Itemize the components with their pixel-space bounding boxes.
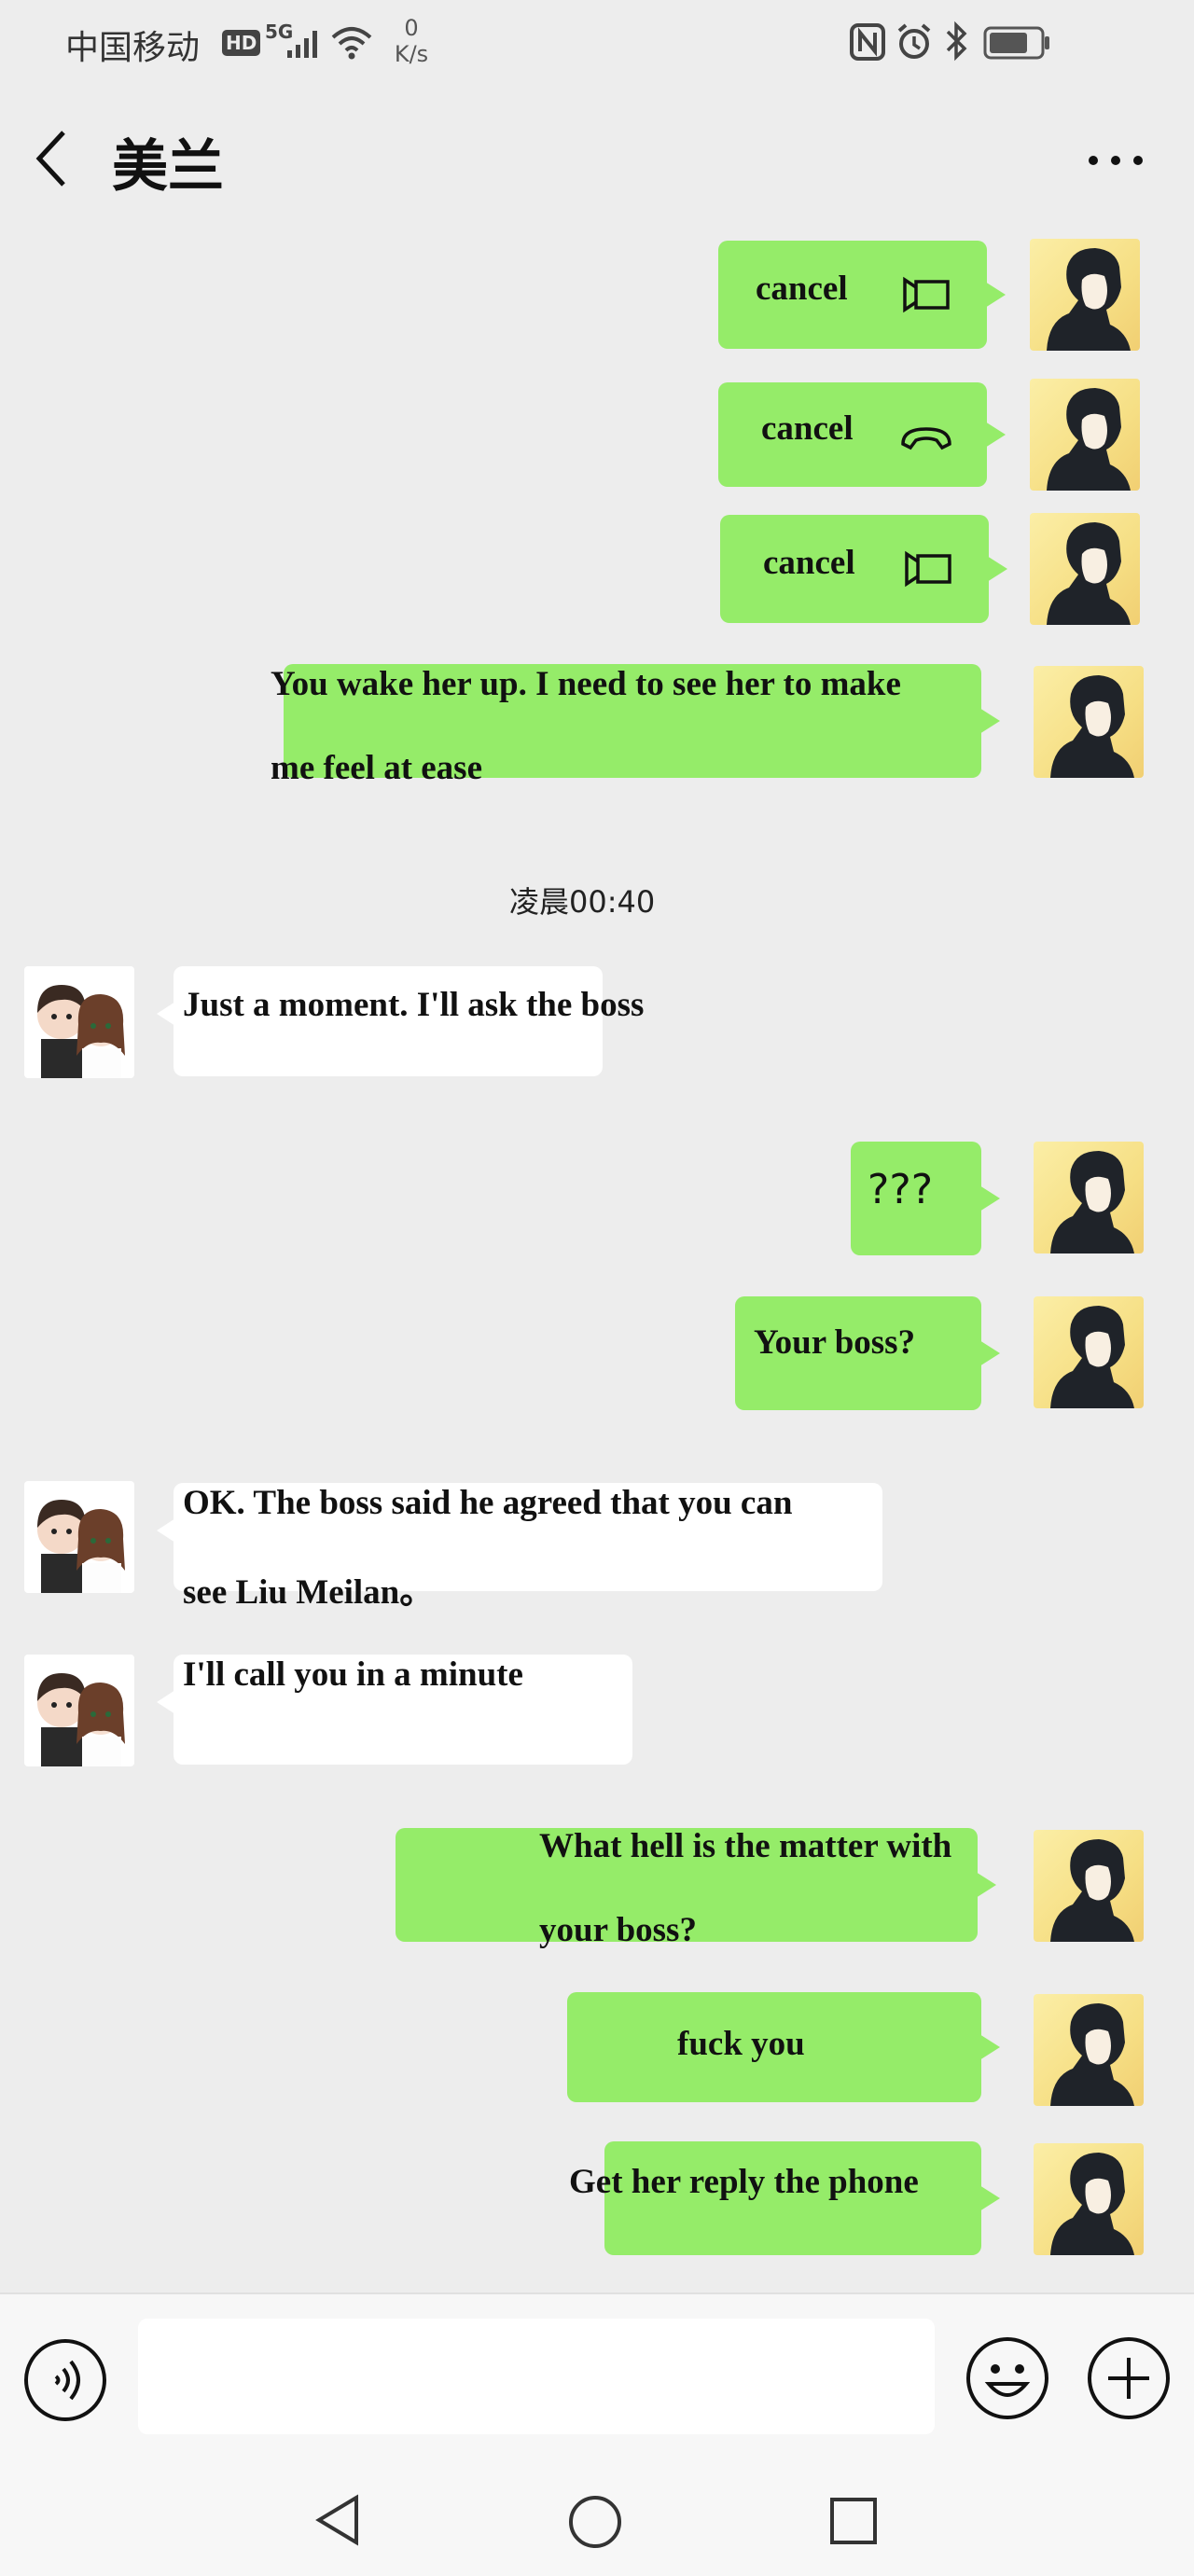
my-avatar[interactable] — [1030, 239, 1140, 351]
net-speed: 0 K/s — [388, 15, 435, 67]
more-dots-icon[interactable] — [1086, 153, 1145, 168]
call-record-bubble[interactable]: cancel — [720, 515, 1007, 623]
net-speed-value: 0 — [404, 15, 419, 41]
call-record-label: cancel — [756, 270, 848, 308]
voice-input-icon[interactable] — [22, 2337, 108, 2423]
video-call-icon — [905, 550, 951, 588]
plus-icon[interactable] — [1086, 2335, 1172, 2421]
nav-home-icon[interactable] — [567, 2494, 623, 2550]
signal-icon — [287, 31, 317, 58]
call-record-label: cancel — [763, 544, 855, 582]
system-nav-bar — [0, 2466, 1194, 2576]
net-speed-unit: K/s — [394, 41, 429, 67]
phone-hangup-icon — [901, 427, 951, 450]
status-bar: 中国移动 HD 5G 0 K/s — [0, 0, 1194, 84]
video-call-icon — [903, 276, 950, 313]
nav-recents-icon[interactable] — [828, 2496, 879, 2546]
my-avatar[interactable] — [1034, 1994, 1144, 2106]
chat-title: 美兰 — [112, 134, 224, 200]
emoji-icon[interactable] — [965, 2335, 1050, 2421]
my-avatar[interactable] — [1034, 666, 1144, 778]
wifi-icon — [331, 27, 372, 60]
message-timestamp: 凌晨00:40 — [509, 884, 656, 920]
chevron-left-icon[interactable] — [34, 129, 71, 188]
message-list[interactable] — [0, 233, 1194, 2292]
battery-icon — [983, 26, 1049, 60]
call-record-bubble[interactable]: cancel — [718, 382, 1006, 487]
alarm-icon — [897, 23, 931, 59]
contact-avatar[interactable] — [24, 966, 134, 1078]
input-bar — [0, 2292, 1194, 2466]
message-text: Your boss? — [754, 1323, 916, 1362]
nav-back-icon[interactable] — [312, 2492, 364, 2548]
message-text: Get her reply the phone — [569, 2163, 919, 2201]
my-avatar[interactable] — [1030, 379, 1140, 491]
message-text: me feel at ease — [271, 749, 483, 787]
message-text: OK. The boss said he agreed that you can — [183, 1484, 793, 1522]
message-text: your boss? — [539, 1911, 697, 1949]
message-text: I'll call you in a minute — [183, 1655, 523, 1694]
message-text: What hell is the matter with — [539, 1827, 952, 1865]
call-record-bubble[interactable]: cancel — [718, 241, 1006, 349]
my-avatar[interactable] — [1034, 1830, 1144, 1942]
carrier-name: 中国移动 — [65, 29, 201, 67]
contact-avatar[interactable] — [24, 1481, 134, 1593]
chat-header: 美兰 — [0, 84, 1194, 233]
message-text: see Liu Meilan。 — [183, 1573, 435, 1612]
message-text: You wake her up. I need to see her to ma… — [271, 665, 901, 703]
nfc-icon — [850, 23, 885, 61]
call-record-label: cancel — [761, 409, 854, 448]
message-text: fuck you — [677, 2025, 805, 2063]
bluetooth-icon — [946, 21, 967, 62]
message-text: Just a moment. I'll ask the boss — [183, 986, 645, 1024]
message-input[interactable] — [138, 2319, 935, 2434]
my-avatar[interactable] — [1034, 2143, 1144, 2255]
message-text: ??? — [868, 1166, 934, 1213]
my-avatar[interactable] — [1034, 1142, 1144, 1253]
contact-avatar[interactable] — [24, 1655, 134, 1766]
hd-badge: HD — [222, 30, 261, 56]
my-avatar[interactable] — [1030, 513, 1140, 625]
my-avatar[interactable] — [1034, 1296, 1144, 1408]
